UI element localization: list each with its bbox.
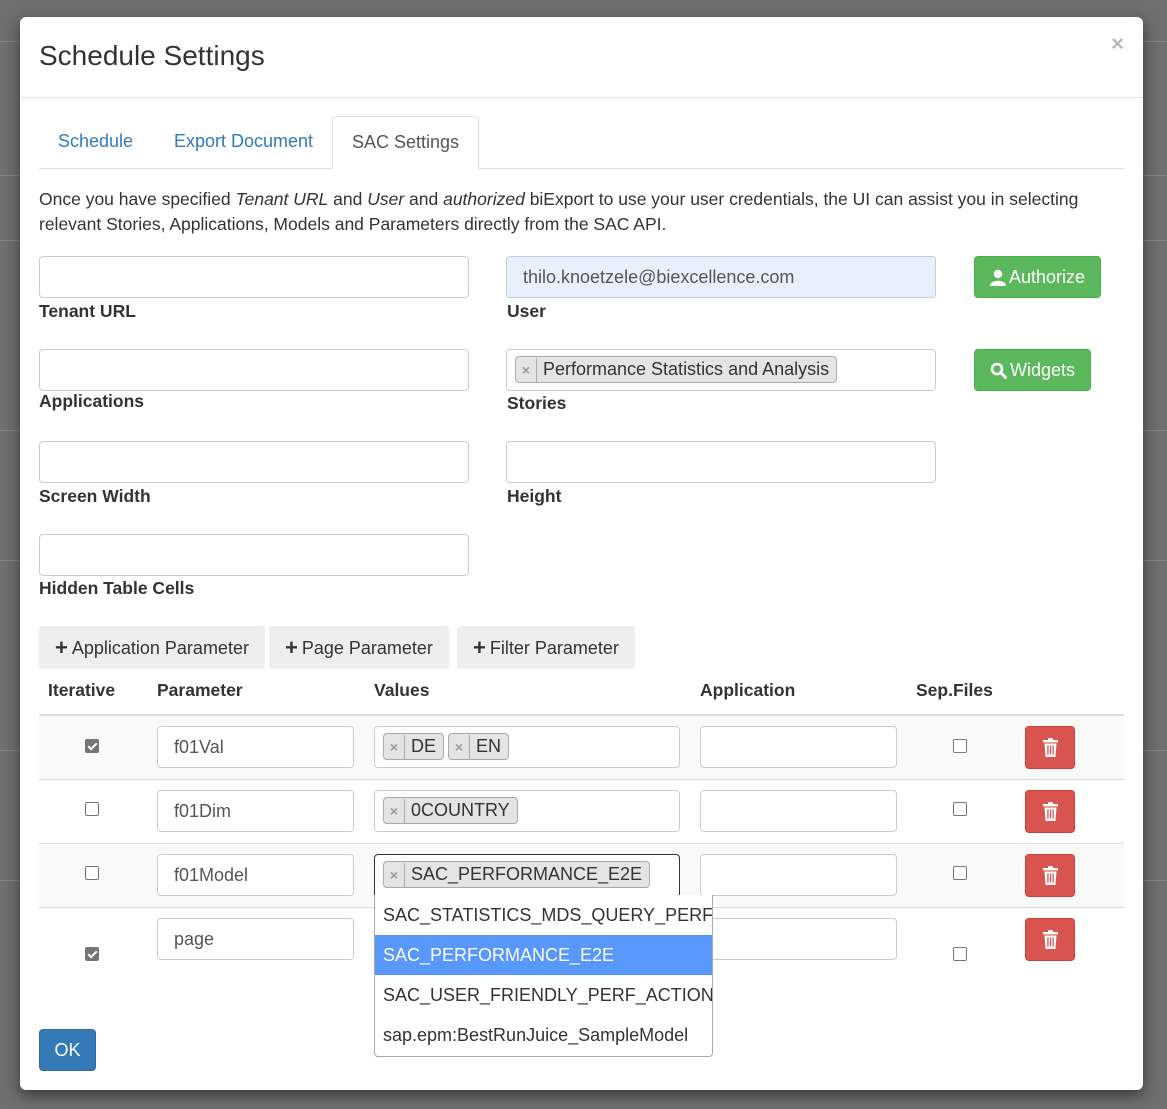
value-tag: × DE xyxy=(383,733,445,760)
user-icon xyxy=(990,269,1006,286)
user-input[interactable]: thilo.knoetzele@biexcellence.com xyxy=(506,256,936,298)
parameter-input[interactable]: f01Dim xyxy=(157,790,354,832)
modal-title: Schedule Settings xyxy=(39,40,265,71)
column-header-values: Values xyxy=(374,680,430,700)
remove-tag-icon[interactable]: × xyxy=(449,735,471,760)
hidden-table-cells-label: Hidden Table Cells xyxy=(39,578,195,598)
trash-icon xyxy=(1043,802,1058,821)
height-label: Height xyxy=(507,486,562,506)
screen-width-label: Screen Width xyxy=(39,486,151,506)
user-label: User xyxy=(507,301,546,321)
remove-tag-icon[interactable]: × xyxy=(384,799,405,824)
remove-tag-icon[interactable]: × xyxy=(384,863,405,888)
delete-row-button[interactable] xyxy=(1025,854,1075,897)
hidden-table-cells-input[interactable] xyxy=(39,534,469,576)
plus-icon: + xyxy=(55,635,68,660)
dropdown-option[interactable]: SAC_USER_FRIENDLY_PERF_ACTION xyxy=(375,975,712,1015)
stories-select[interactable]: × Performance Statistics and Analysis xyxy=(506,349,936,391)
value-tag: × SAC_PERFORMANCE_E2E xyxy=(383,861,651,888)
authorize-button[interactable]: Authorize xyxy=(974,256,1102,298)
iterative-checkbox[interactable] xyxy=(85,947,99,961)
parameter-input[interactable]: f01Val xyxy=(157,726,354,768)
tab-schedule[interactable]: Schedule xyxy=(39,116,152,169)
parameter-input[interactable]: f01Model xyxy=(157,854,354,896)
tenant-url-label: Tenant URL xyxy=(39,301,136,321)
tenant-url-input[interactable] xyxy=(39,256,469,298)
remove-tag-icon[interactable]: × xyxy=(384,735,405,760)
trash-icon xyxy=(1043,930,1058,949)
stories-label: Stories xyxy=(507,393,567,413)
add-filter-parameter-button[interactable]: + Filter Parameter xyxy=(457,626,635,669)
tab-sac-settings[interactable]: SAC Settings xyxy=(332,116,480,169)
dropdown-option[interactable]: SAC_STATISTICS_MDS_QUERY_PERF xyxy=(375,895,712,935)
modal-header: Schedule Settings × xyxy=(20,17,1143,98)
delete-row-button[interactable] xyxy=(1025,726,1075,769)
plus-icon: + xyxy=(285,635,298,660)
add-application-parameter-button[interactable]: + Application Parameter xyxy=(39,626,265,669)
applications-label: Applications xyxy=(39,391,145,411)
sep-files-checkbox[interactable] xyxy=(953,866,967,880)
dropdown-option-highlighted[interactable]: SAC_PERFORMANCE_E2E xyxy=(375,935,712,975)
column-header-iterative: Iterative xyxy=(48,680,116,700)
intro-text: Once you have specified Tenant URL and U… xyxy=(39,189,1079,234)
remove-tag-icon[interactable]: × xyxy=(516,358,537,383)
search-icon xyxy=(990,362,1007,379)
column-header-sep-files: Sep.Files xyxy=(916,680,993,700)
values-select[interactable]: × 0COUNTRY xyxy=(374,790,680,832)
application-input[interactable] xyxy=(700,918,897,960)
ok-button[interactable]: OK xyxy=(39,1029,96,1071)
value-tag: × 0COUNTRY xyxy=(383,797,518,824)
value-tag: × EN xyxy=(448,733,510,760)
delete-row-button[interactable] xyxy=(1025,790,1075,833)
values-select-open[interactable]: × SAC_PERFORMANCE_E2E xyxy=(374,854,680,896)
delete-row-button[interactable] xyxy=(1025,918,1075,961)
column-header-parameter: Parameter xyxy=(157,680,243,700)
story-tag: × Performance Statistics and Analysis xyxy=(515,356,838,383)
screen-width-input[interactable] xyxy=(39,441,469,483)
sep-files-checkbox[interactable] xyxy=(953,947,967,961)
application-input[interactable] xyxy=(700,854,897,896)
close-icon[interactable]: × xyxy=(1111,31,1124,57)
trash-icon xyxy=(1043,866,1058,885)
widgets-button[interactable]: Widgets xyxy=(974,349,1092,391)
iterative-checkbox[interactable] xyxy=(85,802,99,816)
trash-icon xyxy=(1043,738,1058,757)
sep-files-checkbox[interactable] xyxy=(953,802,967,816)
tab-bar: Schedule Export Document SAC Settings xyxy=(39,116,1124,169)
sep-files-checkbox[interactable] xyxy=(953,739,967,753)
plus-icon: + xyxy=(473,635,486,660)
height-input[interactable] xyxy=(506,441,936,483)
parameter-input[interactable]: page xyxy=(157,918,354,960)
iterative-checkbox[interactable] xyxy=(85,739,99,753)
applications-input[interactable] xyxy=(39,349,469,391)
tab-export-document[interactable]: Export Document xyxy=(155,116,332,169)
add-page-parameter-button[interactable]: + Page Parameter xyxy=(269,626,449,669)
iterative-checkbox[interactable] xyxy=(85,866,99,880)
column-header-application: Application xyxy=(700,680,796,700)
values-dropdown-menu: SAC_STATISTICS_MDS_QUERY_PERF SAC_PERFOR… xyxy=(374,895,713,1057)
schedule-settings-modal: Schedule Settings × Schedule Export Docu… xyxy=(20,17,1143,1090)
application-input[interactable] xyxy=(700,726,897,768)
application-input[interactable] xyxy=(700,790,897,832)
dropdown-option[interactable]: sap.epm:BestRunJuice_SampleModel xyxy=(375,1015,712,1055)
values-select[interactable]: × DE × EN xyxy=(374,726,680,768)
